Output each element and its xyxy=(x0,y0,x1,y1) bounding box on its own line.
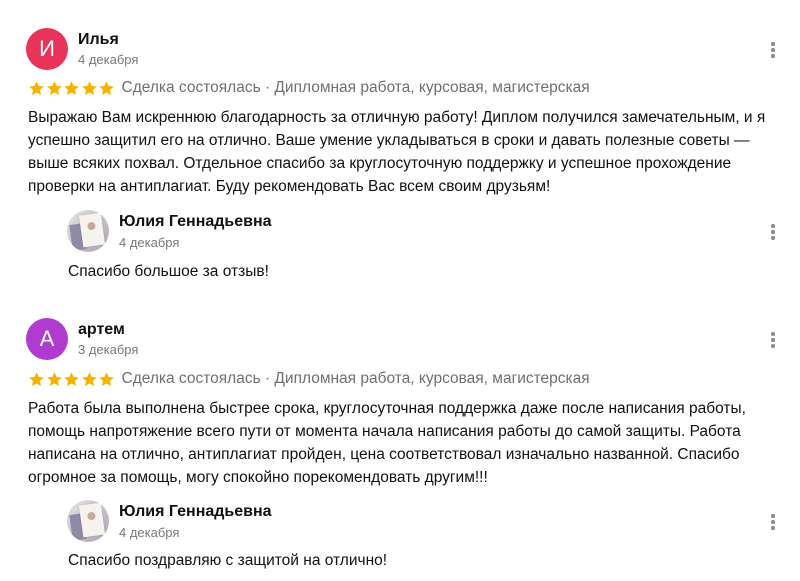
reply-avatar[interactable] xyxy=(67,500,109,542)
star-icon xyxy=(64,371,79,386)
deal-status-text: Сделка состоялась · Дипломная работа, ку… xyxy=(121,370,590,387)
star-icon xyxy=(99,80,114,95)
reply-text: Спасибо большое за отзыв! xyxy=(68,263,269,280)
star-icon xyxy=(46,80,62,95)
review-date: 3 декабря xyxy=(78,342,139,357)
avatar[interactable]: А xyxy=(26,318,68,360)
review-author[interactable]: артем xyxy=(78,321,125,339)
reply-date: 4 декабря xyxy=(119,525,180,540)
reply-date: 4 декабря xyxy=(119,235,180,250)
reply-more-options-icon[interactable] xyxy=(768,224,778,242)
rating-stars xyxy=(28,371,116,388)
more-options-icon[interactable] xyxy=(768,332,778,350)
star-icon xyxy=(29,371,44,386)
star-icon xyxy=(46,371,62,386)
reply-avatar[interactable] xyxy=(67,210,109,252)
review-meta: Сделка состоялась · Дипломная работа, ку… xyxy=(28,370,590,388)
star-icon xyxy=(81,371,97,386)
deal-status-text: Сделка состоялась · Дипломная работа, ку… xyxy=(121,79,590,96)
star-icon xyxy=(99,371,114,386)
star-icon xyxy=(29,80,44,95)
reply-more-options-icon[interactable] xyxy=(768,514,778,532)
review-text: Работа была выполнена быстрее срока, кру… xyxy=(28,400,746,486)
star-icon xyxy=(81,80,97,95)
more-options-icon[interactable] xyxy=(768,42,778,60)
rating-stars xyxy=(28,80,116,97)
review-date: 4 декабря xyxy=(78,52,139,67)
avatar[interactable]: И xyxy=(26,28,68,70)
reply-author[interactable]: Юлия Геннадьевна xyxy=(119,503,272,521)
review-meta: Сделка состоялась · Дипломная работа, ку… xyxy=(28,79,590,97)
star-icon xyxy=(64,80,79,95)
review-text: Выражаю Вам искреннюю благодарность за о… xyxy=(28,109,766,195)
reply-text: Спасибо поздравляю с защитой на отлично! xyxy=(68,552,388,569)
review-author[interactable]: Илья xyxy=(78,31,119,49)
reply-author[interactable]: Юлия Геннадьевна xyxy=(119,213,272,231)
